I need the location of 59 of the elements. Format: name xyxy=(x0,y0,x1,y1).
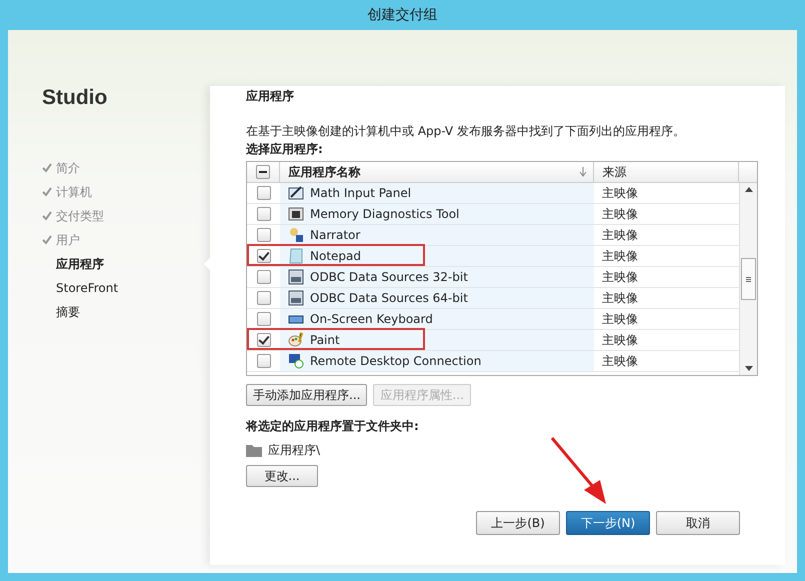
app-source: 主映像 xyxy=(602,248,638,264)
change-button[interactable]: 更改... xyxy=(246,465,318,487)
column-header[interactable]: 来源 xyxy=(594,162,740,182)
app-name: Paint xyxy=(310,333,340,347)
row-checkbox[interactable] xyxy=(256,291,270,305)
row-checkbox[interactable] xyxy=(256,354,270,368)
folder-icon xyxy=(246,444,262,457)
intro-text: 在基于主映像创建的计算机中或 App-V 发布服务器中找到了下面列出的应用程序。 xyxy=(246,123,686,140)
app-icon xyxy=(288,206,304,222)
app-name: Memory Diagnostics Tool xyxy=(310,207,460,221)
folder-path: 应用程序\ xyxy=(268,442,320,459)
app-source: 主映像 xyxy=(602,290,638,306)
scroll-down-icon[interactable] xyxy=(744,366,752,371)
row-checkbox[interactable] xyxy=(256,207,270,221)
scroll-thumb[interactable] xyxy=(741,258,756,300)
app-source: 主映像 xyxy=(602,184,638,202)
select-label: 选择应用程序: xyxy=(246,141,324,158)
app-icon xyxy=(288,185,304,201)
footer-button[interactable]: 上一步(B) xyxy=(476,511,560,535)
scroll-up-icon[interactable] xyxy=(744,187,752,192)
window-title: 创建交付组 xyxy=(368,6,438,24)
footer-button[interactable]: 下一步(N) xyxy=(566,511,650,535)
app-source: 主映像 xyxy=(602,310,638,328)
row-checkbox[interactable] xyxy=(256,228,270,242)
footer-button[interactable]: 取消 xyxy=(656,511,740,535)
app-icon xyxy=(288,353,304,369)
scrollbar[interactable] xyxy=(739,183,757,375)
app-name: ODBC Data Sources 64-bit xyxy=(310,291,468,305)
brand-name: Studio xyxy=(42,86,108,110)
app-icon xyxy=(288,290,304,306)
row-checkbox[interactable] xyxy=(256,249,270,263)
app-icon xyxy=(288,332,304,348)
row-checkbox[interactable] xyxy=(256,186,270,200)
app-source: 主映像 xyxy=(602,268,638,286)
list-action-button[interactable]: 手动添加应用程序... xyxy=(246,384,368,406)
app-name: ODBC Data Sources 32-bit xyxy=(310,270,468,284)
row-checkbox[interactable] xyxy=(256,312,270,326)
app-icon xyxy=(288,269,304,285)
row-checkbox[interactable] xyxy=(256,270,270,284)
row-checkbox[interactable] xyxy=(256,333,270,347)
app-source: 主映像 xyxy=(602,206,638,222)
app-icon xyxy=(288,248,304,264)
wizard-step[interactable]: StoreFront xyxy=(56,281,118,295)
app-source: 主映像 xyxy=(602,352,638,370)
wizard-step[interactable]: 摘要 xyxy=(56,304,80,320)
app-source: 主映像 xyxy=(602,226,638,244)
column-header[interactable]: 应用程序名称 xyxy=(280,162,594,182)
sort-arrow-icon[interactable] xyxy=(579,167,588,177)
app-name: Notepad xyxy=(310,249,361,263)
app-name: Narrator xyxy=(310,228,360,242)
select-all-checkbox[interactable] xyxy=(256,165,270,179)
app-name: Math Input Panel xyxy=(310,186,412,200)
app-icon xyxy=(288,227,304,243)
wizard-step[interactable]: 应用程序 xyxy=(56,256,104,272)
folder-label: 将选定的应用程序置于文件夹中: xyxy=(246,418,420,435)
page-heading: 应用程序 xyxy=(246,88,295,105)
app-name: Remote Desktop Connection xyxy=(310,354,482,368)
app-name: On-Screen Keyboard xyxy=(310,312,433,326)
app-source: 主映像 xyxy=(602,332,638,348)
